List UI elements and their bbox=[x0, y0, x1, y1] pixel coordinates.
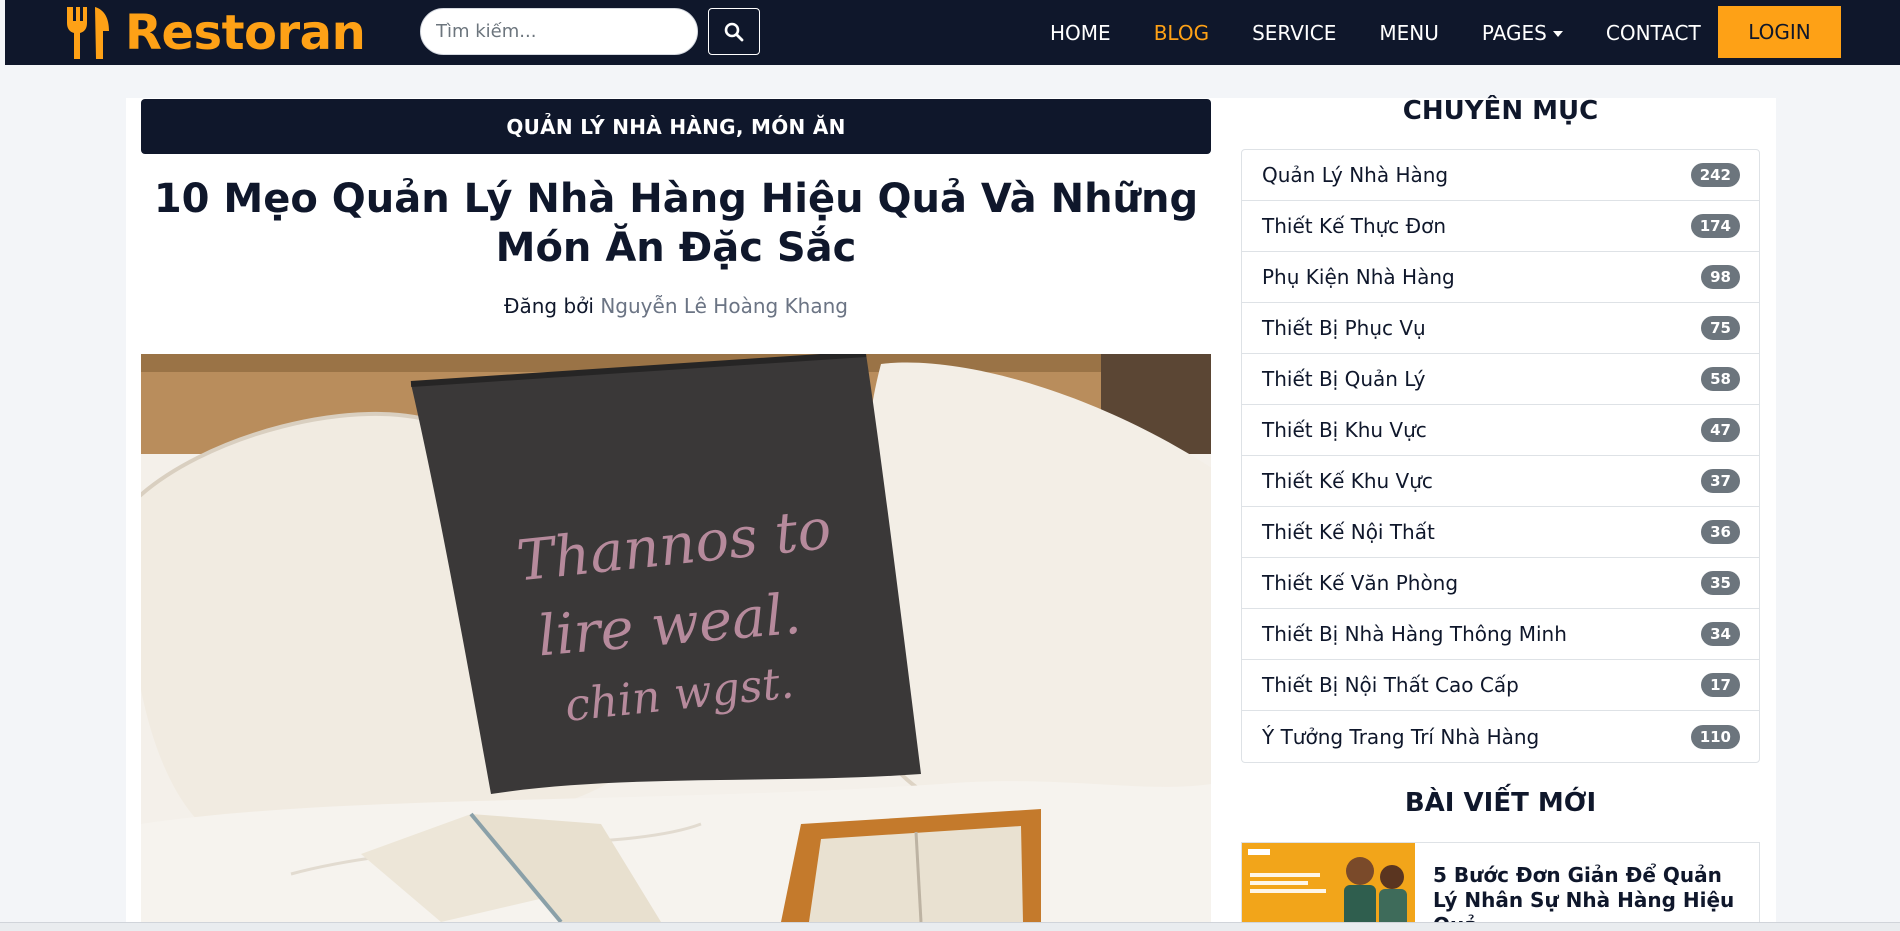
category-count-badge: 98 bbox=[1701, 265, 1740, 289]
nav-pages-label: PAGES bbox=[1481, 20, 1547, 45]
category-count-badge: 58 bbox=[1701, 367, 1740, 391]
category-name: Thiết Bị Quản Lý bbox=[1262, 367, 1426, 391]
category-count-badge: 17 bbox=[1701, 673, 1740, 697]
category-count-badge: 75 bbox=[1701, 316, 1740, 340]
recent-post-thumbnail bbox=[1242, 843, 1415, 930]
login-button[interactable]: LOGIN bbox=[1718, 6, 1841, 58]
category-name: Thiết Kế Khu Vực bbox=[1262, 469, 1433, 493]
category-item[interactable]: Thiết Kế Nội Thất 36 bbox=[1242, 507, 1759, 558]
posted-by-label: Đăng bởi bbox=[504, 294, 594, 318]
category-count-badge: 34 bbox=[1701, 622, 1740, 646]
category-name: Quản Lý Nhà Hàng bbox=[1262, 163, 1449, 187]
nav-contact[interactable]: CONTACT bbox=[1606, 21, 1701, 45]
category-name: Thiết Kế Thực Đơn bbox=[1262, 214, 1447, 238]
brand-name: Restoran bbox=[125, 4, 366, 61]
top-navbar: Restoran HOME BLOG SERVICE MENU PAGES CO… bbox=[5, 0, 1900, 65]
nav-pages-dropdown[interactable]: PAGES bbox=[1482, 21, 1563, 45]
category-count-badge: 47 bbox=[1701, 418, 1740, 442]
nav-links: HOME BLOG SERVICE MENU PAGES CONTACT bbox=[1050, 0, 1744, 65]
horizontal-scrollbar[interactable] bbox=[0, 922, 1900, 931]
categories-heading: CHUYÊN MỤC bbox=[1402, 96, 1599, 126]
nav-blog[interactable]: BLOG bbox=[1154, 21, 1209, 45]
search-input[interactable] bbox=[420, 8, 698, 55]
category-name: Thiết Bị Khu Vực bbox=[1262, 418, 1427, 442]
category-item[interactable]: Thiết Kế Khu Vực 37 bbox=[1242, 456, 1759, 507]
recent-post-title: 5 Bước Đơn Giản Để Quản Lý Nhân Sự Nhà H… bbox=[1433, 863, 1735, 930]
category-name: Ý Tưởng Trang Trí Nhà Hàng bbox=[1262, 724, 1540, 749]
post-category-banner[interactable]: QUẢN LÝ NHÀ HÀNG, MÓN ĂN bbox=[141, 99, 1211, 154]
search-icon bbox=[724, 22, 744, 41]
recent-post-card[interactable]: 5 Bước Đơn Giản Để Quản Lý Nhân Sự Nhà H… bbox=[1241, 842, 1760, 931]
category-name: Thiết Kế Văn Phòng bbox=[1262, 571, 1459, 595]
post-title: 10 Mẹo Quản Lý Nhà Hàng Hiệu Quả Và Nhữn… bbox=[153, 176, 1199, 271]
category-item[interactable]: Ý Tưởng Trang Trí Nhà Hàng 110 bbox=[1242, 711, 1759, 762]
category-count-badge: 174 bbox=[1690, 214, 1740, 238]
category-count-badge: 37 bbox=[1701, 469, 1740, 493]
category-name: Thiết Bị Phục Vụ bbox=[1262, 316, 1426, 340]
category-count-badge: 35 bbox=[1701, 571, 1740, 595]
post-author-link[interactable]: Nguyễn Lê Hoàng Khang bbox=[600, 294, 848, 318]
nav-menu[interactable]: MENU bbox=[1379, 21, 1439, 45]
nav-home[interactable]: HOME bbox=[1050, 21, 1111, 45]
category-name: Thiết Kế Nội Thất bbox=[1262, 520, 1435, 544]
category-item[interactable]: Thiết Kế Văn Phòng 35 bbox=[1242, 558, 1759, 609]
category-count-badge: 110 bbox=[1690, 724, 1740, 749]
category-item[interactable]: Thiết Bị Nhà Hàng Thông Minh 34 bbox=[1242, 609, 1759, 660]
category-name: Thiết Bị Nhà Hàng Thông Minh bbox=[1262, 622, 1567, 646]
brand-logo-link[interactable]: Restoran bbox=[65, 0, 366, 65]
nav-service[interactable]: SERVICE bbox=[1252, 21, 1336, 45]
post-meta: Đăng bởi Nguyễn Lê Hoàng Khang bbox=[141, 294, 1211, 318]
category-item[interactable]: Thiết Kế Thực Đơn 174 bbox=[1242, 201, 1759, 252]
category-count-badge: 242 bbox=[1690, 163, 1740, 187]
category-item[interactable]: Thiết Bị Nội Thất Cao Cấp 17 bbox=[1242, 660, 1759, 711]
category-item[interactable]: Phụ Kiện Nhà Hàng 98 bbox=[1242, 252, 1759, 303]
category-count-badge: 36 bbox=[1701, 520, 1740, 544]
category-item[interactable]: Thiết Bị Quản Lý 58 bbox=[1242, 354, 1759, 405]
search-button[interactable] bbox=[708, 8, 760, 55]
category-item[interactable]: Thiết Bị Khu Vực 47 bbox=[1242, 405, 1759, 456]
category-list: Quản Lý Nhà Hàng 242 Thiết Kế Thực Đơn 174… bbox=[1241, 149, 1760, 763]
caret-down-icon bbox=[1552, 30, 1563, 37]
category-item[interactable]: Quản Lý Nhà Hàng 242 bbox=[1242, 150, 1759, 201]
post-featured-image: Thannos to lire weal. chin wgst. bbox=[141, 354, 1211, 922]
fork-knife-icon bbox=[67, 6, 109, 59]
category-name: Phụ Kiện Nhà Hàng bbox=[1262, 265, 1455, 289]
category-name: Thiết Bị Nội Thất Cao Cấp bbox=[1262, 673, 1519, 697]
category-item[interactable]: Thiết Bị Phục Vụ 75 bbox=[1242, 303, 1759, 354]
recent-posts-heading: BÀI VIẾT MỚI bbox=[1404, 788, 1597, 818]
